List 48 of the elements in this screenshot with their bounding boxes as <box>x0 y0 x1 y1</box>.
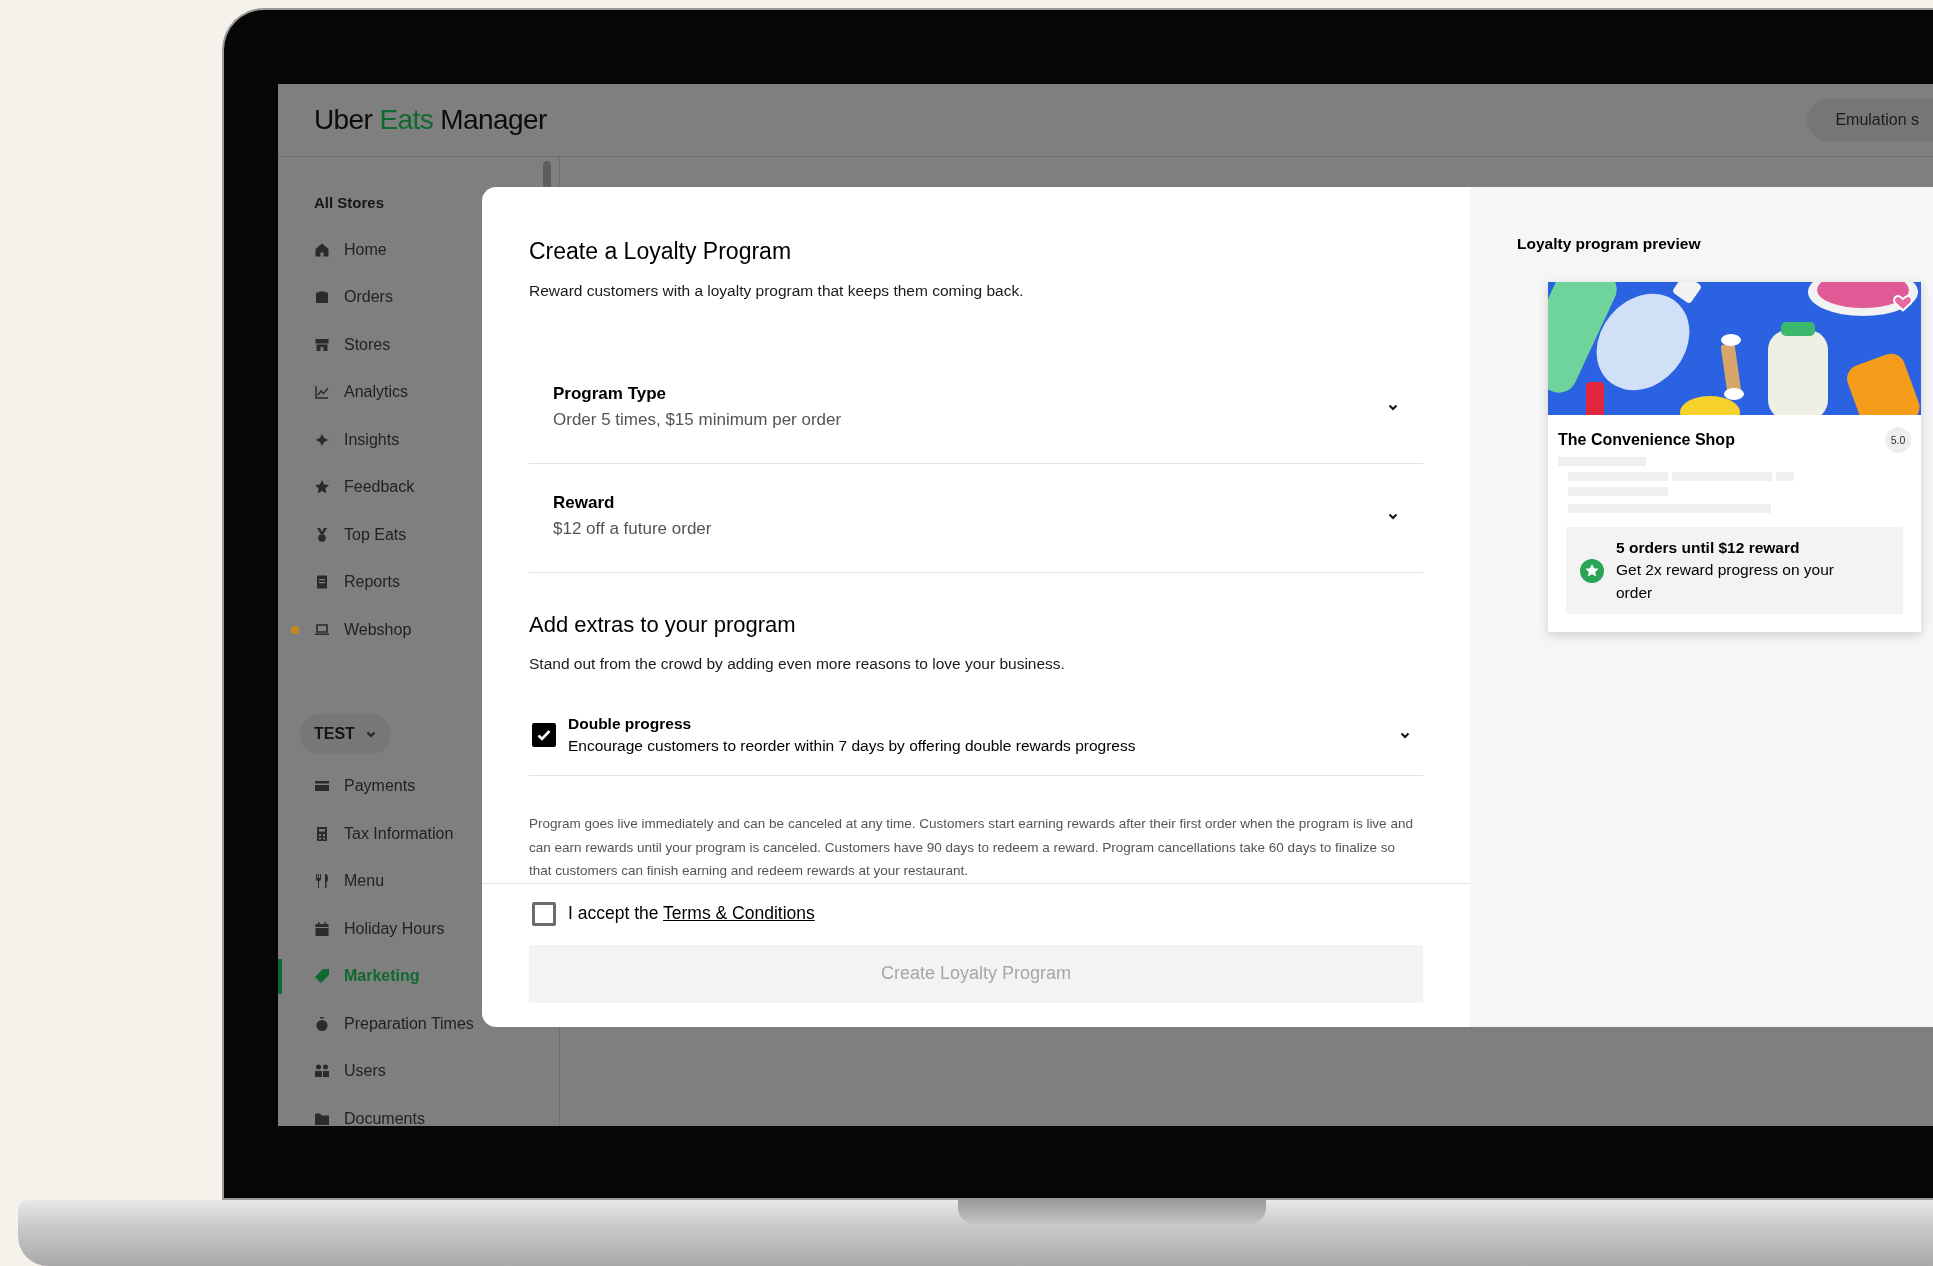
home-icon <box>314 241 330 258</box>
setting-row[interactable]: Reward $12 off a future order <box>529 464 1423 573</box>
reward-title: 5 orders until $12 reward <box>1616 538 1801 558</box>
bag-icon <box>314 289 330 306</box>
sidebar-item[interactable]: Users <box>278 1047 559 1095</box>
scrollbar-thumb[interactable] <box>543 161 551 189</box>
checkbox[interactable] <box>532 723 556 747</box>
dialog-subtitle: Reward customers with a loyalty program that keeps them coming back. <box>529 282 1025 300</box>
tag-icon <box>314 968 330 985</box>
store-name: The Convenience Shop <box>1558 431 1735 449</box>
sidebar-item[interactable]: Payments <box>278 762 559 810</box>
checkmark-icon <box>536 727 552 743</box>
users-icon <box>314 1063 330 1080</box>
sidebar-item[interactable]: Documents <box>278 1095 559 1126</box>
status-dot <box>291 625 299 634</box>
sidebar-heading: All Stores <box>313 193 386 213</box>
setting-value: $12 off a future order <box>553 518 713 540</box>
calculator-icon <box>314 825 330 842</box>
terms-link[interactable]: Terms & Conditions <box>663 903 815 923</box>
utensils-icon <box>314 873 330 890</box>
extra-title: Double progress <box>568 714 693 734</box>
calendar-icon <box>314 920 330 937</box>
storefront-icon <box>314 336 330 353</box>
checkbox[interactable] <box>532 901 556 926</box>
accept-label: I accept the Terms & Conditions <box>568 903 815 924</box>
disclaimer-text: Program goes live immediately and can be canceled at any time. Customers start earning rewards after their first order when the program is live and can earn rewards until your program is canceled. Customers have 90 days to redeem a reward. Program cancellations take 60 days to finalize so that customers can finish earning and redeem rewards at your restaurant. <box>529 815 1414 880</box>
rating-badge: 5.0 <box>1885 427 1911 453</box>
line-chart-icon <box>314 384 330 401</box>
setting-title: Program Type <box>553 383 668 405</box>
store-selector[interactable]: TEST <box>300 713 391 754</box>
section-subtitle: Stand out from the crowd by adding even more reasons to love your business. <box>529 655 1066 673</box>
reward-text: Get 2x reward progress on your order <box>1616 560 1835 603</box>
heart-icon[interactable] <box>1893 294 1913 312</box>
timer-icon <box>314 1015 330 1032</box>
laptop-icon <box>314 621 330 638</box>
setting-title: Reward <box>553 492 616 514</box>
dialog-title: Create a Loyalty Program <box>529 237 793 266</box>
document-icon <box>314 574 330 591</box>
emulation-button[interactable]: Emulation s <box>1807 99 1933 141</box>
preview-title: Loyalty program preview <box>1517 234 1702 254</box>
section-title: Add extras to your program <box>529 611 797 639</box>
app-logo: Uber Eats Manager <box>314 104 547 136</box>
medal-icon <box>314 526 330 543</box>
star-icon <box>314 479 330 496</box>
sidebar-item[interactable]: Preparation Times <box>278 1000 559 1048</box>
extra-description: Encourage customers to reorder within 7 days by offering double rewards progress <box>568 736 1137 756</box>
setting-row[interactable]: Program Type Order 5 times, $15 minimum per order <box>529 355 1423 464</box>
setting-value: Order 5 times, $15 minimum per order <box>553 409 843 431</box>
